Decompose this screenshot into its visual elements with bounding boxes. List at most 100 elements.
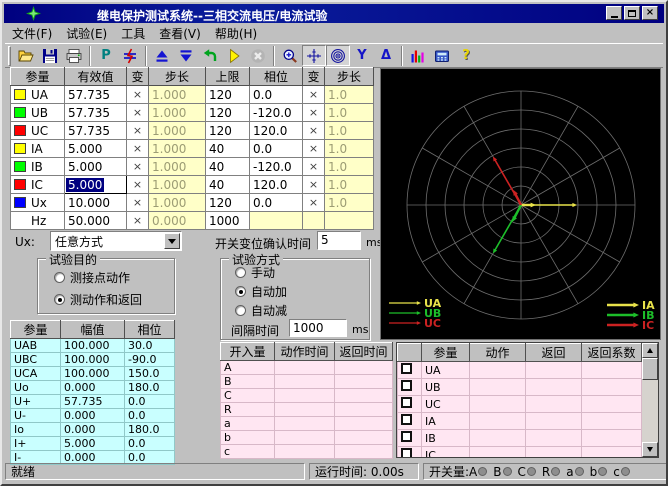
monitor-checkbox[interactable] [398, 430, 422, 447]
vary-toggle[interactable]: × [303, 104, 325, 122]
axes-button[interactable] [302, 45, 326, 66]
step-cell[interactable]: 1.0 [325, 140, 374, 158]
phase-cell[interactable]: 0.0 [250, 194, 303, 212]
vary-toggle[interactable] [303, 212, 325, 230]
scrollbar-thumb[interactable] [642, 358, 658, 380]
step-cell[interactable]: 1.0 [325, 122, 374, 140]
vary-toggle[interactable]: × [127, 86, 149, 104]
step-cell[interactable]: 1.0 [325, 158, 374, 176]
step-cell[interactable]: 1.0 [325, 104, 374, 122]
start-button[interactable] [222, 45, 246, 66]
vary-toggle[interactable]: × [127, 140, 149, 158]
calculator-button[interactable] [430, 45, 454, 66]
vary-toggle[interactable]: × [303, 158, 325, 176]
value-cell[interactable]: 10.000 [65, 194, 127, 212]
ux-mode-select[interactable]: 任意方式 [50, 231, 182, 251]
value-cell[interactable]: 5.000 [65, 140, 127, 158]
value-cell[interactable]: 57.735 [65, 104, 127, 122]
step-cell[interactable]: 1.000 [149, 86, 206, 104]
value-cell[interactable]: 50.000 [65, 212, 127, 230]
vary-toggle[interactable]: × [127, 104, 149, 122]
fault-button[interactable] [118, 45, 142, 66]
limit-cell[interactable]: 120 [206, 104, 250, 122]
phase-cell[interactable]: 0.0 [250, 140, 303, 158]
monitor-scrollbar[interactable] [642, 343, 658, 457]
increase-button[interactable] [150, 45, 174, 66]
phase-cell[interactable]: -120.0 [250, 158, 303, 176]
monitor-checkbox[interactable] [398, 379, 422, 396]
value-cell[interactable]: 57.735 [65, 122, 127, 140]
p-button[interactable]: P [94, 45, 118, 66]
phase-cell[interactable]: 0.0 [250, 86, 303, 104]
ux-dropdown-button[interactable] [164, 233, 180, 249]
value-cell[interactable]: 57.735 [65, 86, 127, 104]
menu-item-0[interactable]: 文件(F) [5, 23, 59, 44]
vary-toggle[interactable]: × [303, 140, 325, 158]
save-button[interactable] [38, 45, 62, 66]
menu-item-2[interactable]: 工具 [114, 23, 152, 44]
stop-button[interactable] [246, 45, 270, 66]
zoom-in-button[interactable] [278, 45, 302, 66]
help-button[interactable]: ? [454, 45, 478, 66]
print-button[interactable] [62, 45, 86, 66]
vary-toggle[interactable]: × [303, 176, 325, 194]
limit-cell[interactable]: 120 [206, 122, 250, 140]
value-cell[interactable]: 5.000 [65, 158, 127, 176]
scroll-down-button[interactable] [642, 442, 658, 457]
mode-radio-0[interactable]: 手动 [235, 264, 275, 281]
monitor-checkbox[interactable] [398, 396, 422, 413]
delta-button[interactable]: Δ [374, 45, 398, 66]
step-cell[interactable]: 1.000 [149, 104, 206, 122]
scroll-up-button[interactable] [642, 343, 658, 358]
menu-item-3[interactable]: 查看(V) [152, 23, 208, 44]
monitor-checkbox[interactable] [398, 362, 422, 379]
step-cell[interactable]: 1.0 [325, 86, 374, 104]
toolbar-handle[interactable] [8, 46, 11, 66]
vary-toggle[interactable]: × [303, 194, 325, 212]
step-cell[interactable]: 1.000 [149, 122, 206, 140]
step-cell[interactable]: 1.000 [149, 158, 206, 176]
step-cell[interactable]: 1.000 [149, 194, 206, 212]
open-button[interactable] [14, 45, 38, 66]
undo-button[interactable] [198, 45, 222, 66]
vary-toggle[interactable]: × [127, 212, 149, 230]
vary-toggle[interactable]: × [127, 176, 149, 194]
purpose-radio-0[interactable]: 测接点动作 [54, 269, 130, 286]
bar-chart-button[interactable] [406, 45, 430, 66]
purpose-radio-1[interactable]: 测动作和返回 [54, 291, 142, 308]
confirm-time-input[interactable]: 5 [317, 231, 361, 250]
step-cell[interactable]: 1.000 [149, 176, 206, 194]
close-button[interactable]: × [642, 6, 658, 20]
wye-button[interactable]: Y [350, 45, 374, 66]
menu-item-4[interactable]: 帮助(H) [208, 23, 264, 44]
monitor-checkbox[interactable] [398, 447, 422, 459]
step-cell[interactable]: 1.0 [325, 176, 374, 194]
limit-cell[interactable]: 120 [206, 194, 250, 212]
decrease-button[interactable] [174, 45, 198, 66]
value-cell[interactable]: 5.000 [65, 176, 127, 194]
mode-radio-2[interactable]: 自动减 [235, 302, 287, 319]
vary-toggle[interactable]: × [303, 86, 325, 104]
vary-toggle[interactable]: × [303, 122, 325, 140]
limit-cell[interactable]: 40 [206, 140, 250, 158]
phase-cell[interactable]: 120.0 [250, 176, 303, 194]
step-cell[interactable]: 1.000 [149, 140, 206, 158]
limit-cell[interactable]: 120 [206, 86, 250, 104]
phase-cell[interactable]: 120.0 [250, 122, 303, 140]
vary-toggle[interactable]: × [127, 158, 149, 176]
maximize-button[interactable] [624, 6, 640, 20]
minimize-button[interactable] [606, 6, 622, 20]
monitor-checkbox[interactable] [398, 413, 422, 430]
limit-cell[interactable]: 40 [206, 176, 250, 194]
menu-item-1[interactable]: 试验(E) [59, 23, 114, 44]
limit-cell[interactable]: 40 [206, 158, 250, 176]
limit-cell[interactable]: 1000 [206, 212, 250, 230]
mode-radio-1[interactable]: 自动加 [235, 283, 287, 300]
step-cell[interactable]: 0.000 [149, 212, 206, 230]
interval-input[interactable]: 1000 [289, 319, 347, 337]
phase-cell[interactable]: -120.0 [250, 104, 303, 122]
step-cell[interactable] [325, 212, 374, 230]
step-cell[interactable]: 1.0 [325, 194, 374, 212]
polar-grid-button[interactable] [326, 45, 350, 66]
vary-toggle[interactable]: × [127, 122, 149, 140]
